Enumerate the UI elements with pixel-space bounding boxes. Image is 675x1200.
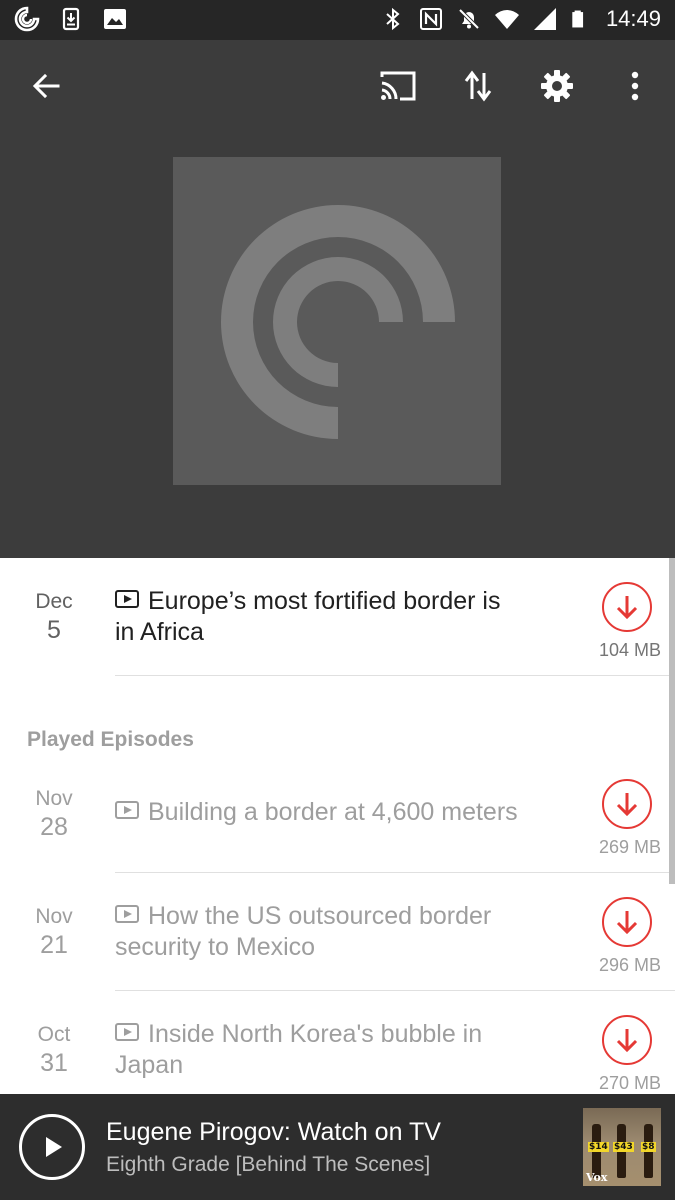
cast-icon [380, 71, 416, 101]
episode-row[interactable]: Nov 21 How the US outsourced border secu… [0, 873, 675, 991]
episode-date: Dec 5 [0, 589, 108, 645]
episode-date: Oct 31 [0, 1022, 108, 1078]
gear-icon [541, 70, 573, 102]
episode-row[interactable]: Nov 28 Building a border at 4,600 meters… [0, 755, 675, 873]
episode-size: 104 MB [598, 640, 661, 660]
cast-button[interactable] [376, 64, 420, 108]
podcast-header [0, 40, 675, 558]
vox-logo: Vox [586, 1171, 608, 1184]
play-button[interactable] [19, 1114, 85, 1180]
battery-icon [572, 10, 584, 28]
now-playing-podcast: Eighth Grade [Behind The Scenes] [106, 1153, 431, 1176]
pocketcasts-notification-icon [14, 6, 40, 32]
episode-list[interactable]: Dec 5 Europe’s most fortified border is … [0, 558, 675, 1094]
status-bar: 14:49 [0, 0, 675, 40]
episode-title-text: How the US outsourced border security to… [115, 902, 492, 961]
sort-button[interactable] [456, 64, 500, 108]
signal-icon [533, 8, 556, 30]
video-episode-icon [115, 801, 139, 819]
image-notification-icon [104, 9, 126, 29]
episode-size: 296 MB [598, 955, 661, 975]
video-episode-icon [115, 1023, 139, 1041]
episode-day: 21 [40, 931, 68, 959]
overflow-menu-button[interactable] [613, 64, 657, 108]
download-notification-icon [62, 7, 80, 31]
play-icon [46, 1137, 62, 1157]
episode-title: Inside North Korea's bubble in Japan [115, 1019, 515, 1081]
thumbnail-price-tag: $8 [641, 1142, 656, 1152]
played-episodes-heading: Played Episodes [27, 728, 194, 751]
episode-month: Oct [37, 1023, 71, 1046]
download-arrow-icon [616, 911, 638, 935]
mini-player[interactable]: Eugene Pirogov: Watch on TV Eighth Grade… [0, 1094, 675, 1200]
episode-row[interactable]: Oct 31 Inside North Korea's bubble in Ja… [0, 991, 675, 1094]
download-button[interactable] [602, 582, 652, 632]
pocketcasts-logo-icon [221, 205, 455, 439]
episode-title: Building a border at 4,600 meters [115, 797, 555, 828]
episode-title-text: Inside North Korea's bubble in Japan [115, 1020, 483, 1079]
mute-icon [458, 8, 480, 30]
list-scrollbar[interactable] [669, 558, 675, 884]
episode-month: Nov [35, 787, 73, 810]
now-playing-title: Eugene Pirogov: Watch on TV [106, 1118, 441, 1146]
episode-date: Nov 28 [0, 786, 108, 842]
podcast-artwork [173, 157, 501, 485]
episode-title: How the US outsourced border security to… [115, 901, 515, 963]
download-arrow-icon [616, 1029, 638, 1053]
video-episode-icon [115, 905, 139, 923]
episode-title-text: Europe’s most fortified border is in Afr… [115, 587, 501, 646]
now-playing-thumbnail[interactable]: $14 $43 $8 Vox [583, 1108, 661, 1186]
episode-day: 31 [40, 1049, 68, 1077]
episode-day: 5 [47, 616, 61, 644]
episode-size: 269 MB [598, 837, 661, 857]
row-divider [115, 675, 675, 676]
download-arrow-icon [616, 793, 638, 817]
thumbnail-price-tag: $14 [588, 1142, 609, 1152]
nfc-icon [419, 8, 442, 30]
episode-title: Europe’s most fortified border is in Afr… [115, 586, 515, 648]
episode-month: Nov [35, 905, 73, 928]
thumbnail-price-tag: $43 [613, 1142, 634, 1152]
download-button[interactable] [602, 897, 652, 947]
episode-day: 28 [40, 813, 68, 841]
settings-button[interactable] [535, 64, 579, 108]
download-button[interactable] [602, 1015, 652, 1065]
wifi-icon [494, 10, 519, 30]
episode-date: Nov 21 [0, 904, 108, 960]
clock: 14:49 [605, 6, 661, 31]
download-arrow-icon [616, 596, 638, 620]
more-vert-icon [631, 71, 639, 101]
video-episode-icon [115, 590, 139, 608]
back-button[interactable] [24, 64, 68, 108]
episode-month: Dec [35, 590, 73, 613]
sort-icon [464, 70, 492, 102]
episode-title-text: Building a border at 4,600 meters [148, 798, 518, 826]
episode-size: 270 MB [598, 1073, 661, 1093]
bluetooth-icon [386, 7, 400, 31]
download-button[interactable] [602, 779, 652, 829]
episode-row[interactable]: Dec 5 Europe’s most fortified border is … [0, 558, 675, 676]
arrow-back-icon [32, 73, 60, 99]
